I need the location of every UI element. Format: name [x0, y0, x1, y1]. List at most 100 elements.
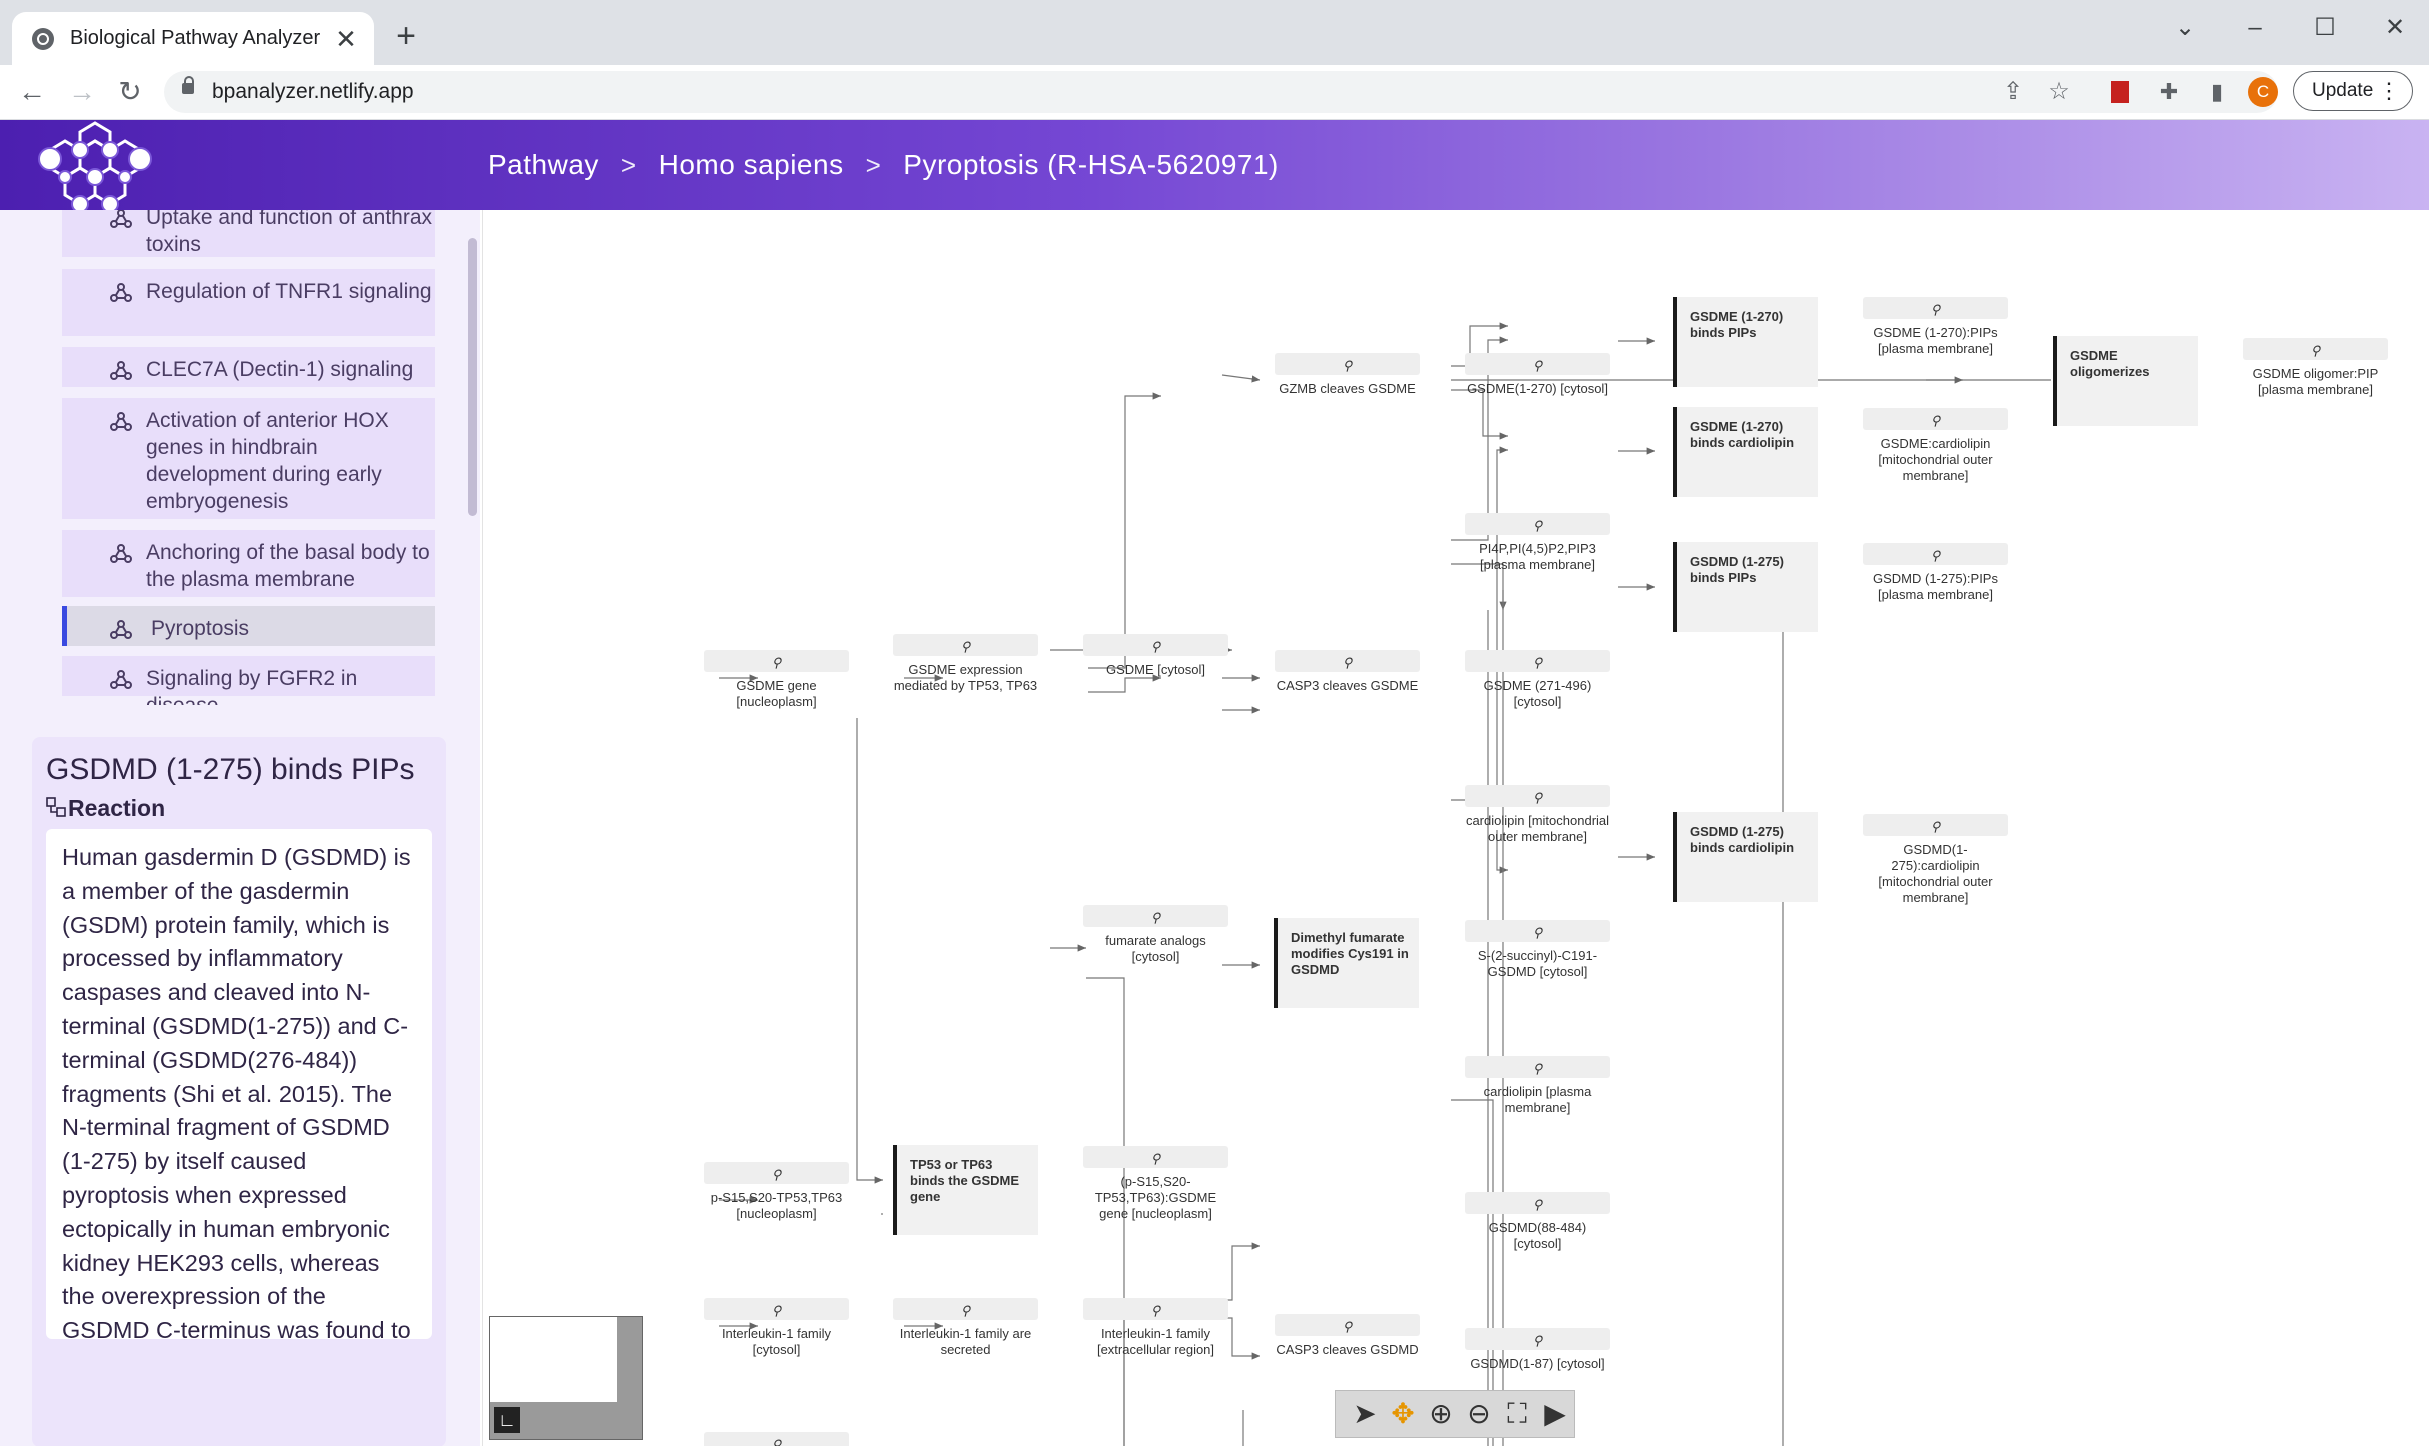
- entity-cardiolipin-pm[interactable]: ⚲ cardiolipin [plasma membrane]: [1465, 1056, 1610, 1116]
- extension-bookmark-icon[interactable]: [2106, 78, 2134, 106]
- subpathway-dimethyl-fumarate[interactable]: Dimethyl fumarate modifies Cys191 in GSD…: [1274, 918, 1419, 1008]
- molecule-icon: ⚲: [1930, 302, 1941, 317]
- breadcrumb-pathway[interactable]: Pathway: [488, 149, 599, 181]
- bookmark-star-icon[interactable]: ☆: [2044, 77, 2074, 107]
- reaction-casp3-cleaves-gsdme[interactable]: ⚲ CASP3 cleaves GSDME: [1275, 650, 1420, 694]
- share-icon[interactable]: ⇪: [1998, 77, 2028, 107]
- molecule-icon: ⚲: [771, 655, 782, 670]
- app-header: Pathway > Homo sapiens > Pyroptosis (R-H…: [0, 120, 2429, 210]
- entity-pips[interactable]: ⚲ PI4P,PI(4,5)P2,PIP3 [plasma membrane]: [1465, 513, 1610, 573]
- address-bar[interactable]: bpanalyzer.netlify.app ⇪ ☆: [164, 71, 2278, 113]
- new-tab-button[interactable]: +: [390, 19, 422, 53]
- entity-fumarate-analogs[interactable]: ⚲ fumarate analogs [cytosol]: [1083, 905, 1228, 965]
- breadcrumb-species[interactable]: Homo sapiens: [659, 149, 844, 181]
- minimap-toggle-icon[interactable]: ∟: [494, 1407, 520, 1433]
- entity-gsdme-oligomer[interactable]: ⚲ GSDME oligomer:PIP [plasma membrane]: [2243, 338, 2388, 398]
- back-icon[interactable]: ←: [14, 75, 50, 109]
- entity-partial[interactable]: ⚲: [704, 1432, 849, 1446]
- sidebar-item-label: Pyroptosis: [151, 617, 250, 640]
- pathway-icon: [110, 670, 132, 689]
- entity-gsdme-cardiolipin[interactable]: ⚲ GSDME:cardiolipin [mitochondrial outer …: [1863, 408, 2008, 484]
- sidebar-item-anthrax[interactable]: Uptake and function of anthrax toxins: [62, 210, 435, 257]
- menu-dots-icon[interactable]: ⋮: [2378, 72, 2400, 110]
- entity-tp53-gsdme-gene[interactable]: ⚲ (p-S15,S20-TP53,TP63):GSDME gene [nucle…: [1083, 1146, 1228, 1222]
- pathway-icon: [110, 361, 132, 380]
- entity-gsdme-271-496[interactable]: ⚲ GSDME (271-496) [cytosol]: [1465, 650, 1610, 710]
- subpathway-gsdme-binds-pips[interactable]: GSDME (1-270) binds PIPs: [1673, 297, 1818, 387]
- subpathway-tp53-binds-gsdme[interactable]: TP53 or TP63 binds the GSDME gene: [893, 1145, 1038, 1235]
- extensions-puzzle-icon[interactable]: ✚: [2155, 78, 2183, 106]
- subpathway-gsdmd-binds-pips[interactable]: GSDMD (1-275) binds PIPs: [1673, 542, 1818, 632]
- sidebar-item-fgfr2[interactable]: Signaling by FGFR2 in disease: [62, 656, 435, 705]
- sidebar-item-label: Anchoring of the basal body to the plasm…: [146, 541, 430, 591]
- reaction-icon: ⚲: [1342, 358, 1353, 373]
- entity-gsdmd-1-87[interactable]: ⚲ GSDMD(1-87) [cytosol]: [1465, 1328, 1610, 1372]
- entity-gsdmd-cardiolipin[interactable]: ⚲ GSDMD(1-275):cardiolipin [mitochondrial…: [1863, 814, 2008, 906]
- entity-gsdme-cytosol[interactable]: ⚲ GSDME [cytosol]: [1083, 634, 1228, 678]
- sidebar-item-label: Regulation of TNFR1 signaling: [146, 280, 432, 303]
- entity-il1-secreted[interactable]: ⚲ Interleukin-1 family are secreted: [893, 1298, 1038, 1358]
- subpathway-gsdmd-binds-cardiolipin[interactable]: GSDMD (1-275) binds cardiolipin: [1673, 812, 1818, 902]
- sidebar-item-pyroptosis[interactable]: Pyroptosis: [62, 606, 435, 646]
- entity-gsdme-gene[interactable]: ⚲ GSDME gene [nucleoplasm]: [704, 650, 849, 710]
- subpathway-gsdme-binds-cardiolipin[interactable]: GSDME (1-270) binds cardiolipin: [1673, 407, 1818, 497]
- tab-search-icon[interactable]: ⌄: [2160, 8, 2210, 48]
- entity-il1-extracellular[interactable]: ⚲ Interleukin-1 family [extracellular reg…: [1083, 1298, 1228, 1358]
- entity-gsdmd-pips[interactable]: ⚲ GSDMD (1-275):PIPs [plasma membrane]: [1863, 543, 2008, 603]
- sidebar-item-tnfr1[interactable]: Regulation of TNFR1 signaling: [62, 269, 435, 336]
- close-window-icon[interactable]: ✕: [2370, 8, 2420, 48]
- url-text[interactable]: bpanalyzer.netlify.app: [212, 80, 414, 104]
- sidebar-item-hox[interactable]: Activation of anterior HOX genes in hind…: [62, 398, 435, 519]
- molecule-icon: ⚲: [960, 639, 971, 654]
- select-icon[interactable]: ➤: [1346, 1395, 1384, 1433]
- pathway-list: Uptake and function of anthrax toxins Re…: [62, 210, 435, 705]
- reaction-gzmb-cleaves-gsdme[interactable]: ⚲ GZMB cleaves GSDME: [1275, 353, 1420, 397]
- minimize-icon[interactable]: –: [2230, 8, 2280, 48]
- sidebar-item-basal-body[interactable]: Anchoring of the basal body to the plasm…: [62, 530, 435, 597]
- sidebar-scrollbar[interactable]: [468, 238, 477, 516]
- profile-avatar[interactable]: C: [2248, 77, 2278, 107]
- molecule-icon: ⚲: [1150, 910, 1161, 925]
- fit-icon[interactable]: ⛶: [1498, 1395, 1536, 1433]
- molecule-icon: ⚲: [1532, 790, 1543, 805]
- reaction-icon: ⚲: [1342, 655, 1353, 670]
- entity-succinyl-gsdmd[interactable]: ⚲ S-(2-succinyl)-C191-GSDMD [cytosol]: [1465, 920, 1610, 980]
- molecule-icon: ⚲: [771, 1303, 782, 1318]
- side-panel-icon[interactable]: ▮: [2203, 78, 2231, 106]
- diagram-minimap[interactable]: ∟: [489, 1316, 643, 1440]
- diagram-controls: ➤ ✥ ⊕ ⊖ ⛶ ▶: [1335, 1390, 1575, 1438]
- detail-type: Reaction: [46, 795, 165, 822]
- molecule-icon: ⚲: [1532, 1333, 1543, 1348]
- pathway-icon: [110, 412, 132, 431]
- zoom-out-icon[interactable]: ⊖: [1460, 1395, 1498, 1433]
- browser-tab[interactable]: Biological Pathway Analyzer ✕: [12, 12, 374, 65]
- reaction-casp3-cleaves-gsdmd[interactable]: ⚲ CASP3 cleaves GSDMD: [1275, 1314, 1420, 1358]
- subpathway-gsdme-oligomerizes[interactable]: GSDME oligomerizes: [2053, 336, 2198, 426]
- pan-icon[interactable]: ✥: [1384, 1395, 1422, 1433]
- reload-icon[interactable]: ↻: [112, 75, 148, 109]
- tab-close-icon[interactable]: ✕: [332, 25, 360, 53]
- maximize-icon[interactable]: ☐: [2300, 8, 2350, 48]
- browser-tab-bar: Biological Pathway Analyzer ✕ + ⌄ – ☐ ✕: [0, 0, 2429, 65]
- update-button[interactable]: Update ⋮: [2293, 71, 2413, 111]
- zoom-in-icon[interactable]: ⊕: [1422, 1395, 1460, 1433]
- sidebar-item-clec7a[interactable]: CLEC7A (Dectin-1) signaling: [62, 347, 435, 387]
- entity-tp53-tp63[interactable]: ⚲ p-S15,S20-TP53,TP63 [nucleoplasm]: [704, 1162, 849, 1222]
- molecule-icon: ⚲: [2310, 343, 2321, 358]
- entity-gsdmd-88-484[interactable]: ⚲ GSDMD(88-484) [cytosol]: [1465, 1192, 1610, 1252]
- molecule-icon: ⚲: [1532, 1197, 1543, 1212]
- molecule-icon: ⚲: [1532, 655, 1543, 670]
- forward-icon[interactable]: →: [64, 75, 100, 109]
- entity-il1-cytosol[interactable]: ⚲ Interleukin-1 family [cytosol]: [704, 1298, 849, 1358]
- pathway-diagram-canvas[interactable]: ⚲ GSDME gene [nucleoplasm] ⚲ GSDME express…: [482, 210, 2429, 1446]
- minimap-viewport[interactable]: [490, 1317, 617, 1402]
- entity-cardiolipin-mito[interactable]: ⚲ cardiolipin [mitochondrial outer membra…: [1465, 785, 1610, 845]
- play-icon[interactable]: ▶: [1536, 1395, 1574, 1433]
- entity-gsdme-1-270[interactable]: ⚲ GSDME(1-270) [cytosol]: [1465, 353, 1610, 397]
- molecule-icon: ⚲: [771, 1437, 782, 1446]
- hexagon-logo-icon[interactable]: [30, 120, 190, 210]
- sidebar-item-label: Activation of anterior HOX genes in hind…: [146, 409, 389, 513]
- entity-gsdme-expression[interactable]: ⚲ GSDME expression mediated by TP53, TP63: [893, 634, 1038, 694]
- entity-gsdme-pips[interactable]: ⚲ GSDME (1-270):PIPs [plasma membrane]: [1863, 297, 2008, 357]
- sidebar-item-label: CLEC7A (Dectin-1) signaling: [146, 358, 414, 381]
